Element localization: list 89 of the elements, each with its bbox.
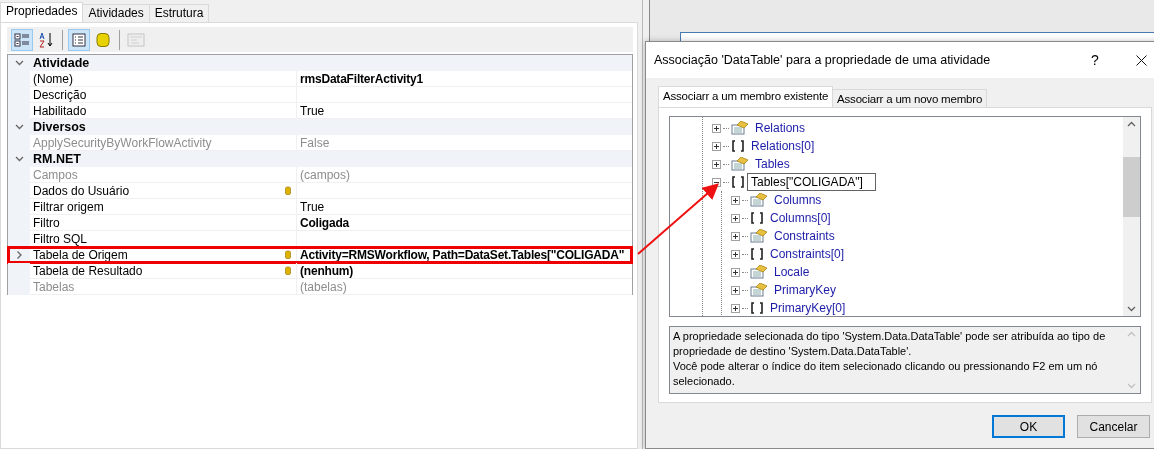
- expand-icon[interactable]: [731, 267, 740, 277]
- sort-az-icon: [38, 31, 54, 48]
- property-value-cell[interactable]: (nenhum): [297, 263, 632, 279]
- property-value: (nenhum): [300, 263, 354, 278]
- tree-item[interactable]: Relations[0]: [747, 137, 819, 155]
- property-value-cell[interactable]: True: [297, 199, 632, 215]
- description-text: Você pode alterar o índice do item selecionado clicando ou pressionando F2 em um nó selecionado.: [673, 359, 1099, 389]
- property-name: Filtro SQL: [33, 231, 87, 246]
- property-name: Tabela de Origem: [33, 247, 128, 262]
- database-icon: [285, 186, 291, 195]
- property-value: True: [300, 103, 325, 118]
- tree-item[interactable]: Relations: [751, 119, 810, 137]
- property-name: Filtrar origem: [33, 199, 104, 214]
- tree-item[interactable]: Constraints[0]: [766, 245, 849, 263]
- categorized-icon: [14, 31, 30, 48]
- tree-item[interactable]: Tables: [751, 155, 794, 173]
- dialog-title: Associação 'DataTable' para a propriedade de uma atividade: [654, 53, 992, 67]
- scrollbar[interactable]: [1123, 117, 1140, 316]
- category-label: Diversos: [30, 119, 632, 135]
- row-gutter[interactable]: [8, 231, 30, 247]
- property-list-icon: [71, 31, 87, 48]
- property-value: (tabelas): [300, 279, 347, 294]
- tree-item[interactable]: Locale: [770, 263, 814, 281]
- tree-item[interactable]: Columns: [770, 191, 826, 209]
- brackets-icon: [731, 140, 745, 152]
- property-name: Dados do Usuário: [33, 183, 130, 198]
- brackets-icon: [750, 302, 764, 314]
- collapse-icon[interactable]: [712, 177, 721, 187]
- collection-icon: [731, 121, 749, 135]
- brackets-icon: [750, 212, 764, 224]
- expand-icon[interactable]: [712, 141, 721, 151]
- property-value: rmsDataFilterActivity1: [300, 71, 423, 86]
- toolbar-button[interactable]: [11, 28, 33, 51]
- expand-icon[interactable]: [712, 123, 721, 133]
- property-name: Campos: [33, 167, 78, 182]
- expand-icon[interactable]: [731, 195, 740, 205]
- description-text: A propriedade selecionada do tipo 'System.Data.DataTable' pode ser atribuída ao tipo de propriedade de destino 'System.Data.DataTable'.: [673, 329, 1107, 359]
- property-value: (campos): [300, 167, 350, 182]
- property-name: Filtro: [33, 215, 60, 230]
- dialog-tab[interactable]: Associarr a um novo membro: [832, 89, 988, 107]
- tree-item[interactable]: Constraints: [770, 227, 839, 245]
- scroll-down-icon[interactable]: [1127, 306, 1136, 312]
- category-label: RM.NET: [30, 151, 632, 167]
- panel-tab[interactable]: Propriedades: [0, 2, 84, 22]
- collection-icon: [750, 283, 768, 297]
- brackets-icon: [750, 248, 764, 260]
- property-name: ApplySecurityByWorkFlowActivity: [33, 135, 212, 150]
- scroll-down-icon: [1127, 383, 1136, 389]
- tree-item[interactable]: PrimaryKey: [770, 281, 840, 299]
- property-name: Habilitado: [33, 103, 87, 118]
- expand-icon[interactable]: [731, 213, 740, 223]
- expand-icon[interactable]: [731, 231, 740, 241]
- close-icon: [1135, 54, 1147, 66]
- property-value: False: [300, 135, 330, 150]
- property-value-cell[interactable]: rmsDataFilterActivity1: [297, 71, 632, 87]
- scroll-up-icon[interactable]: [1127, 121, 1136, 127]
- property-value-cell[interactable]: Coligada: [297, 215, 632, 231]
- property-pages-icon: [127, 31, 145, 48]
- panel-tab[interactable]: Estrutura: [148, 4, 210, 22]
- chevron-down-icon[interactable]: [14, 156, 24, 162]
- help-button[interactable]: ?: [1072, 42, 1118, 78]
- expand-icon[interactable]: [731, 249, 740, 259]
- expand-icon[interactable]: [712, 159, 721, 169]
- dialog-tab[interactable]: Associarr a um membro existente: [658, 86, 834, 107]
- property-value: Coligada: [300, 215, 350, 230]
- toolbar-button[interactable]: [68, 28, 90, 51]
- brackets-icon: [731, 176, 745, 188]
- category-label: Atividade: [30, 55, 632, 71]
- chevron-down-icon[interactable]: [14, 124, 24, 130]
- tree-item[interactable]: PrimaryKey[0]: [766, 299, 850, 316]
- tree-item-edit-field[interactable]: Tables["COLIGADA"]: [747, 173, 876, 191]
- property-name: Tabela de Resultado: [33, 263, 143, 278]
- chevron-down-icon[interactable]: [14, 60, 24, 66]
- chevron-right-icon[interactable]: [16, 250, 22, 260]
- scroll-up-icon: [1127, 331, 1136, 337]
- dialog-button[interactable]: OK: [992, 415, 1065, 438]
- property-name: (Nome): [33, 71, 73, 86]
- property-value: True: [300, 199, 325, 214]
- collection-icon: [750, 193, 768, 207]
- expand-icon[interactable]: [731, 303, 740, 313]
- collection-icon: [750, 229, 768, 243]
- expand-icon[interactable]: [731, 285, 740, 295]
- dialog-button[interactable]: Cancelar: [1077, 415, 1150, 438]
- collection-icon: [731, 157, 749, 171]
- database-icon: [96, 31, 110, 48]
- property-name: Tabelas: [33, 279, 75, 294]
- tree-item[interactable]: Columns[0]: [766, 209, 835, 227]
- collection-icon: [750, 265, 768, 279]
- property-name: Descrição: [33, 87, 87, 102]
